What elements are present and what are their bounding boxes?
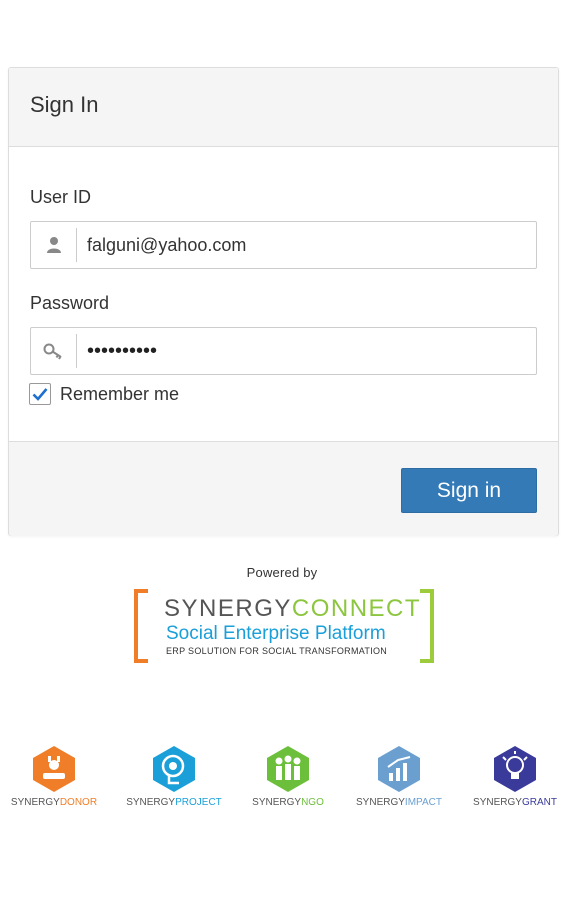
- password-label: Password: [30, 293, 110, 313]
- remember-me[interactable]: Remember me: [29, 383, 179, 405]
- card-header: Sign In: [9, 68, 558, 147]
- user-icon: [31, 228, 77, 262]
- user-id-label: User ID: [30, 187, 92, 207]
- password-input[interactable]: ••••••••••: [77, 328, 536, 374]
- card-body: User ID Password ••••••••••: [9, 147, 558, 441]
- grant-bulb-icon: [494, 746, 536, 792]
- product-donor: SYNERGYDONOR: [6, 745, 102, 808]
- card-footer: Sign in: [9, 441, 558, 536]
- ngo-people-icon: [267, 746, 309, 792]
- remember-checkbox[interactable]: [29, 383, 51, 405]
- logo-subtagline: ERP SOLUTION FOR SOCIAL TRANSFORMATION: [166, 646, 388, 656]
- card-title: Sign In: [30, 92, 99, 117]
- signin-card: Sign In User ID Password ••••••••••: [8, 67, 559, 536]
- product-logos: SYNERGYDONOR SYNERGYPROJECT SYNERGYNGO S…: [0, 745, 564, 815]
- user-id-group: [30, 221, 537, 269]
- product-project: SYNERGYPROJECT: [122, 745, 226, 808]
- product-impact: SYNERGYIMPACT: [350, 745, 448, 808]
- donor-hand-icon: [33, 746, 75, 792]
- product-ngo: SYNERGYNGO: [246, 745, 330, 808]
- password-group: ••••••••••: [30, 327, 537, 375]
- powered-by-text: Powered by: [246, 565, 318, 580]
- synergyconnect-logo: SYNERGYCONNECT Social Enterprise Platfor…: [134, 589, 434, 667]
- checkmark-icon: [32, 388, 48, 401]
- remember-label: Remember me: [60, 383, 180, 404]
- logo-tagline: Social Enterprise Platform: [166, 623, 386, 644]
- project-head-icon: [153, 746, 195, 792]
- sign-in-button[interactable]: Sign in: [401, 468, 537, 513]
- logo-bracket-left: [134, 589, 148, 663]
- key-icon: [31, 334, 77, 368]
- impact-chart-icon: [378, 746, 420, 792]
- logo-bracket-right: [420, 589, 434, 663]
- product-grant: SYNERGYGRANT: [470, 745, 560, 808]
- user-id-input[interactable]: [77, 222, 536, 268]
- logo-wordmark: SYNERGYCONNECT: [164, 595, 422, 622]
